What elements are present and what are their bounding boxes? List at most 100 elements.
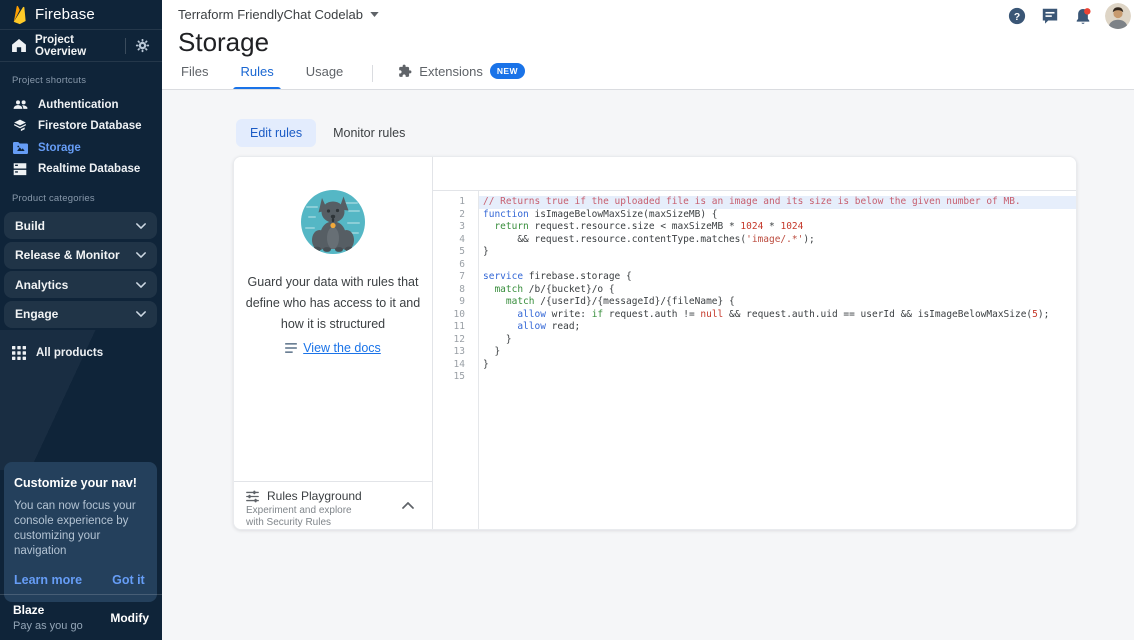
sidebar-item-storage[interactable]: Storage [0, 137, 162, 159]
extensions-puzzle-icon [398, 64, 412, 78]
docs-icon [285, 343, 297, 353]
sidebar-item-realtime-database[interactable]: Realtime Database [0, 159, 162, 181]
firestore-icon [12, 118, 28, 134]
chevron-down-icon [136, 311, 146, 317]
code-line: } [479, 346, 1076, 359]
project-overview-label: Project Overview [35, 34, 125, 58]
got-it-button[interactable]: Got it [112, 573, 145, 587]
code-line: allow read; [479, 321, 1076, 334]
tab-label: Extensions [419, 64, 483, 79]
rules-content: Edit rules Monitor rules [162, 90, 1134, 640]
divider [372, 65, 373, 82]
sidebar-item-label: Storage [38, 142, 81, 154]
category-analytics[interactable]: Analytics [4, 271, 157, 298]
view-docs-link[interactable]: View the docs [234, 341, 432, 355]
code-line: match /b/{bucket}/o { [479, 284, 1076, 297]
editor-gutter: 123456789101112131415 [433, 191, 479, 529]
plan-name: Blaze [13, 603, 83, 617]
tab-files[interactable]: Files [178, 64, 211, 90]
home-icon [12, 39, 26, 52]
notifications-button[interactable] [1072, 5, 1094, 27]
editor-toolbar [433, 157, 1076, 191]
sidebar-item-label: Realtime Database [38, 163, 140, 175]
code-line: allow write: if request.auth != null && … [479, 309, 1076, 322]
rules-subtabs: Edit rules Monitor rules [236, 119, 419, 147]
svg-text:?: ? [1014, 12, 1020, 23]
storage-folder-icon [12, 140, 28, 156]
project-switcher[interactable]: Terraform FriendlyChat Codelab [178, 7, 379, 22]
code-line: // Returns true if the uploaded file is … [479, 196, 1076, 209]
customize-body: You can now focus your console experienc… [14, 499, 147, 559]
modify-plan-button[interactable]: Modify [110, 611, 149, 625]
chevron-down-icon [136, 223, 146, 229]
customize-title: Customize your nav! [14, 476, 147, 490]
tab-label: Usage [306, 64, 344, 79]
playground-title: Rules Playground [267, 489, 362, 503]
tab-label: Files [181, 64, 208, 79]
page-title: Storage [178, 27, 269, 58]
billing-plan-bar: Blaze Pay as you go Modify [0, 594, 162, 640]
main-area: Terraform FriendlyChat Codelab ? [162, 0, 1134, 640]
sidebar-item-label: Firestore Database [38, 120, 142, 132]
plan-description: Pay as you go [13, 620, 83, 632]
code-line [479, 371, 1076, 384]
topbar-icons: ? [1006, 3, 1131, 29]
gear-icon[interactable] [135, 38, 150, 53]
tab-extensions[interactable]: Extensions NEW [395, 63, 528, 90]
code-line [479, 259, 1076, 272]
release-notes-icon [1041, 7, 1059, 25]
rules-info-pane: Guard your data with rules that define w… [234, 157, 433, 529]
category-label: Build [15, 219, 136, 233]
category-label: Release & Monitor [15, 248, 136, 262]
sidebar-item-firestore-database[interactable]: Firestore Database [0, 116, 162, 138]
playground-subtitle: Experiment and explore with Security Rul… [246, 505, 366, 529]
code-line: match /{userId}/{messageId}/{fileName} { [479, 296, 1076, 309]
topbar: Terraform FriendlyChat Codelab ? [162, 0, 1134, 90]
editor-code: // Returns true if the uploaded file is … [479, 191, 1076, 529]
code-line: return request.resource.size < maxSizeMB… [479, 221, 1076, 234]
help-button[interactable]: ? [1006, 5, 1028, 27]
code-line: function isImageBelowMaxSize(maxSizeMB) … [479, 209, 1076, 222]
guard-dog-mascot-illustration [300, 189, 366, 255]
rules-code-editor[interactable]: 123456789101112131415 // Returns true if… [433, 191, 1076, 529]
chevron-up-icon[interactable] [402, 502, 414, 509]
firebase-flame-icon [12, 5, 27, 25]
code-line: } [479, 246, 1076, 259]
caret-down-icon [370, 12, 379, 17]
new-badge: NEW [490, 63, 525, 79]
subtab-edit-rules[interactable]: Edit rules [236, 119, 316, 147]
tab-rules[interactable]: Rules [237, 64, 276, 90]
sidebar-item-label: Authentication [38, 99, 119, 111]
tab-usage[interactable]: Usage [303, 64, 347, 90]
category-release-monitor[interactable]: Release & Monitor [4, 242, 157, 269]
category-build[interactable]: Build [4, 212, 157, 239]
product-categories-label: Product categories [0, 180, 162, 212]
database-icon [12, 161, 28, 177]
code-line: && request.resource.contentType.matches(… [479, 234, 1076, 247]
category-label: Engage [15, 307, 136, 321]
firebase-logo-text: Firebase [35, 6, 95, 23]
learn-more-button[interactable]: Learn more [14, 573, 82, 587]
code-line: } [479, 359, 1076, 372]
subtab-monitor-rules[interactable]: Monitor rules [319, 119, 419, 147]
sidebar-item-authentication[interactable]: Authentication [0, 94, 162, 116]
view-docs-label: View the docs [303, 341, 381, 355]
people-icon [12, 97, 28, 113]
customize-nav-card: Customize your nav! You can now focus yo… [4, 462, 157, 602]
guard-data-text: Guard your data with rules that define w… [245, 272, 421, 335]
divider [125, 38, 126, 54]
whats-new-button[interactable] [1039, 5, 1061, 27]
sidebar-item-all-products[interactable]: All products [0, 341, 162, 365]
chevron-down-icon [136, 252, 146, 258]
project-shortcuts-label: Project shortcuts [0, 62, 162, 94]
tab-label: Rules [240, 64, 273, 79]
rules-playground-toggle[interactable]: Rules Playground Experiment and explore … [234, 481, 432, 529]
tune-sliders-icon [246, 490, 259, 503]
firebase-logo[interactable]: Firebase [0, 0, 162, 30]
account-avatar[interactable] [1105, 3, 1131, 29]
category-label: Analytics [15, 278, 136, 292]
category-engage[interactable]: Engage [4, 301, 157, 328]
user-avatar-image [1105, 3, 1131, 29]
sidebar-item-project-overview[interactable]: Project Overview [0, 30, 162, 62]
chevron-down-icon [136, 282, 146, 288]
